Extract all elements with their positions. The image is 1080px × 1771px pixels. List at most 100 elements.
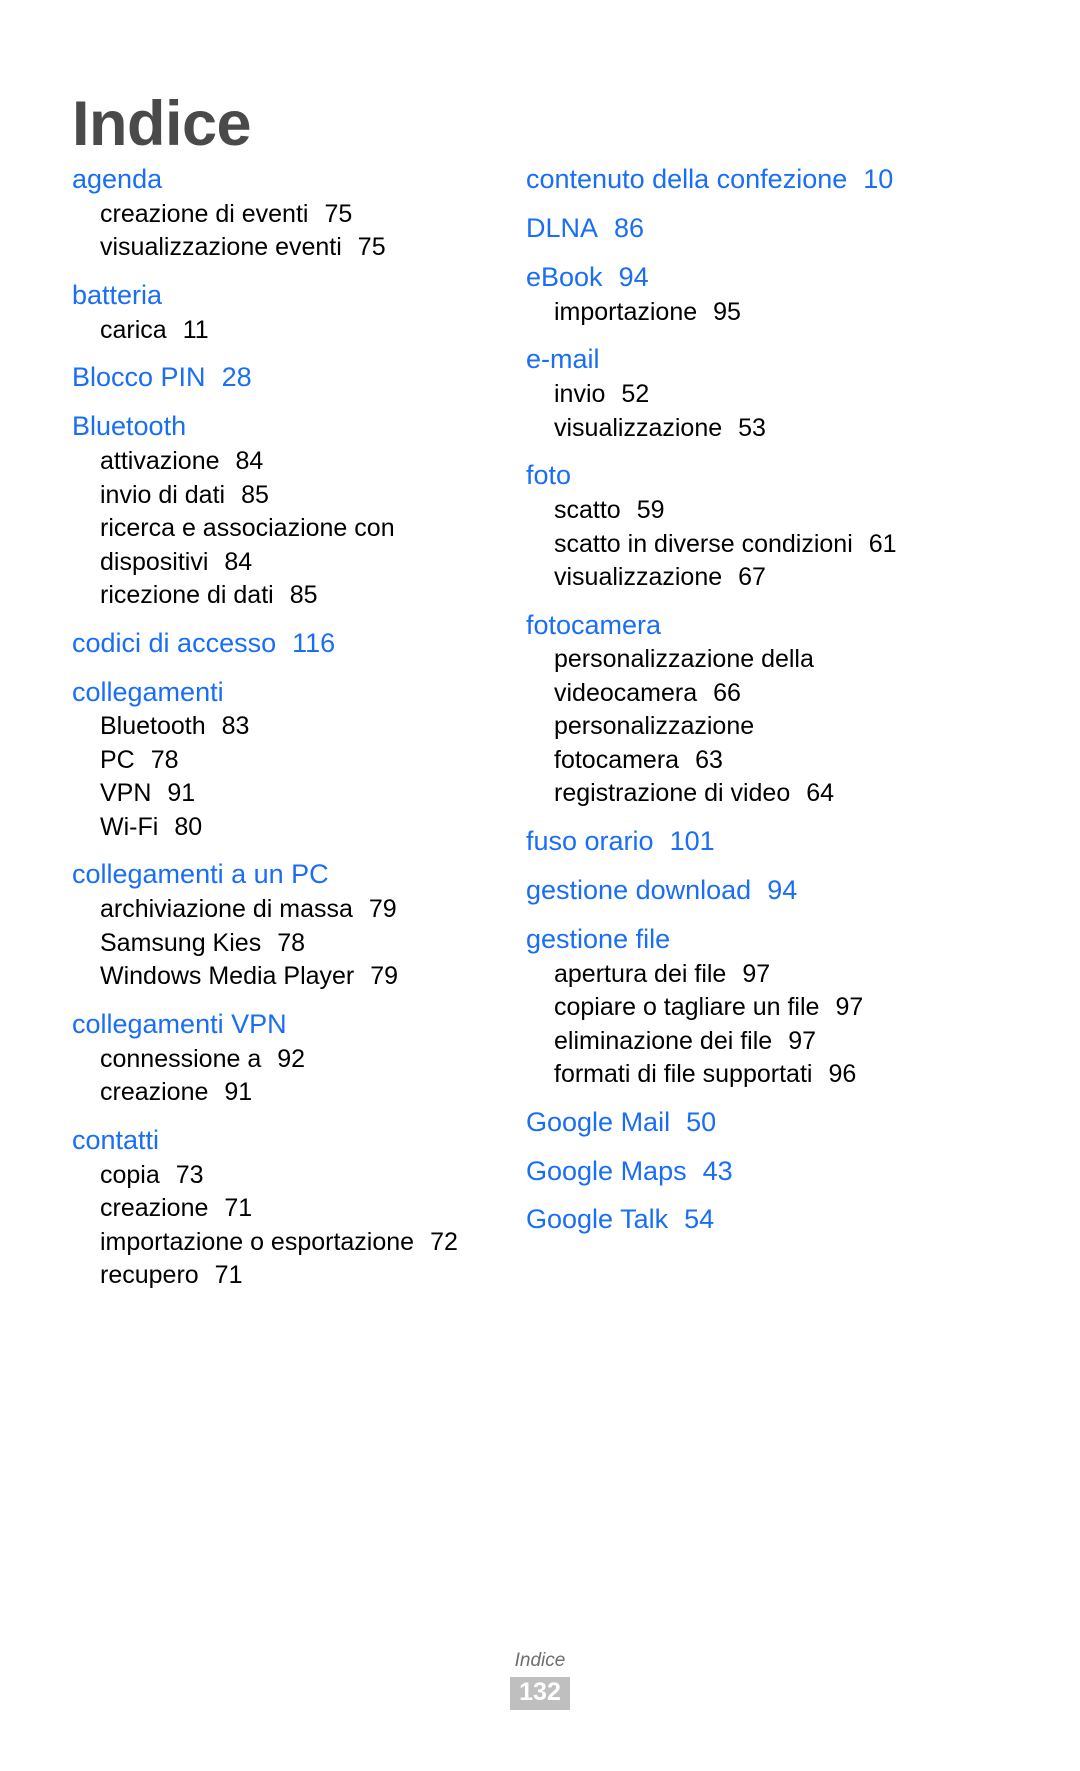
index-term-label: e-mail: [526, 344, 600, 375]
index-subentry[interactable]: Samsung Kies 78: [72, 927, 472, 961]
index-term-label: eBook: [526, 261, 603, 292]
index-term-label: Bluetooth: [72, 411, 187, 442]
index-term-label: Google Mail: [526, 1106, 671, 1137]
index-subentry-page-number: 85: [241, 480, 269, 509]
index-entry-term[interactable]: e-mail: [526, 342, 926, 378]
index-entry-term[interactable]: codici di accesso 116: [72, 626, 472, 662]
index-column-left: agenda creazione di eventi 75 visualizzazio…: [72, 162, 472, 1297]
index-entry-term[interactable]: gestione download 94: [526, 873, 926, 909]
index-subentry-label: copia: [100, 1160, 160, 1189]
index-entry-term[interactable]: collegamenti: [72, 675, 472, 711]
index-subentry-label: carica: [100, 315, 167, 344]
index-subentry-label: Bluetooth: [100, 712, 206, 741]
index-entry-term[interactable]: Bluetooth: [72, 409, 472, 445]
index-subentry[interactable]: personalizzazione della videocamera 66: [526, 643, 926, 710]
index-subentry[interactable]: registrazione di video 64: [526, 777, 926, 811]
index-subentry-label: scatto in diverse condizioni: [554, 529, 853, 558]
index-subentry[interactable]: copiare o tagliare un file 97: [526, 991, 926, 1025]
page-title: Indice: [72, 89, 252, 160]
index-entry-term[interactable]: fuso orario 101: [526, 824, 926, 860]
index-entry-term[interactable]: gestione file: [526, 922, 926, 958]
index-entry: Google Maps 43: [526, 1154, 926, 1190]
index-entry-term[interactable]: DLNA 86: [526, 211, 926, 247]
index-subentry-page-number: 53: [738, 413, 766, 442]
index-subentry[interactable]: scatto in diverse condizioni 61: [526, 528, 926, 562]
index-entry-term[interactable]: Google Talk 54: [526, 1202, 926, 1238]
index-subentry-page-number: 71: [224, 1194, 253, 1223]
index-subentry[interactable]: creazione 71: [72, 1192, 472, 1226]
index-term-page-number: 43: [702, 1155, 733, 1186]
index-entry-term[interactable]: contenuto della confezione 10: [526, 162, 926, 198]
index-subentry[interactable]: creazione di eventi 75: [72, 198, 472, 232]
index-subentry-label: personalizzazione fotocamera: [554, 712, 755, 774]
index-subentry[interactable]: formati di file supportati 96: [526, 1058, 926, 1092]
index-subentry[interactable]: visualizzazione eventi 75: [72, 231, 472, 265]
index-subentry[interactable]: attivazione 84: [72, 445, 472, 479]
index-subentry[interactable]: Windows Media Player 79: [72, 960, 472, 994]
index-entry-term[interactable]: Google Maps 43: [526, 1154, 926, 1190]
index-subentry[interactable]: ricezione di dati 85: [72, 579, 472, 613]
index-subentry[interactable]: importazione o esportazione 72: [72, 1226, 472, 1260]
page-footer: Indice 132: [0, 1650, 1080, 1711]
index-entry-term[interactable]: contatti: [72, 1123, 472, 1159]
index-subentry[interactable]: carica 11: [72, 314, 472, 348]
index-term-label: collegamenti: [72, 676, 224, 707]
index-entry-term[interactable]: Google Mail 50: [526, 1105, 926, 1141]
index-entry-term[interactable]: collegamenti a un PC: [72, 857, 472, 893]
index-entry: contatti copia 73 creazione 71 importazione o…: [72, 1123, 472, 1293]
index-subentry[interactable]: recupero 71: [72, 1259, 472, 1293]
index-subentry-label: Samsung Kies: [100, 928, 262, 957]
index-subentry-label: Windows Media Player: [100, 962, 355, 991]
index-subentry[interactable]: apertura dei file 97: [526, 958, 926, 992]
index-entry-term[interactable]: Blocco PIN 28: [72, 360, 472, 396]
index-entry: codici di accesso 116: [72, 626, 472, 662]
index-subentry[interactable]: creazione 91: [72, 1076, 472, 1110]
index-subentry[interactable]: VPN 91: [72, 777, 472, 811]
index-subentry-label: attivazione: [100, 447, 220, 476]
index-subentry[interactable]: visualizzazione 53: [526, 412, 926, 446]
index-subentry[interactable]: invio di dati 85: [72, 479, 472, 513]
index-entry: DLNA 86: [526, 211, 926, 247]
index-subentry-label: VPN: [100, 779, 152, 808]
footer-label: Indice: [514, 1650, 566, 1671]
index-subentry-page-number: 97: [835, 993, 864, 1022]
index-subentry[interactable]: visualizzazione 67: [526, 561, 926, 595]
index-subentry[interactable]: scatto 59: [526, 494, 926, 528]
index-subentry[interactable]: invio 52: [526, 378, 926, 412]
index-subentry[interactable]: copia 73: [72, 1159, 472, 1193]
index-subentry[interactable]: Wi-Fi 80: [72, 811, 472, 845]
index-entry: gestione download 94: [526, 873, 926, 909]
index-subentry[interactable]: archiviazione di massa 79: [72, 893, 472, 927]
index-entry: fotocamera personalizzazione della videoc…: [526, 608, 926, 811]
index-subentry-page-number: 59: [636, 496, 665, 525]
index-entry: agenda creazione di eventi 75 visualizzazio…: [72, 162, 472, 265]
index-subentry-page-number: 75: [357, 233, 386, 262]
index-subentry-label: visualizzazione eventi: [100, 233, 342, 262]
index-entry-term[interactable]: collegamenti VPN: [72, 1007, 472, 1043]
index-subentry[interactable]: PC 78: [72, 744, 472, 778]
index-term-page-number: 10: [863, 164, 894, 194]
index-term-label: gestione download: [526, 874, 752, 905]
index-entry-term[interactable]: batteria: [72, 278, 472, 314]
index-entry-term[interactable]: fotocamera: [526, 608, 926, 644]
index-subentry-label: ricezione di dati: [100, 581, 274, 610]
index-subentry[interactable]: eliminazione dei file 97: [526, 1025, 926, 1059]
index-subentry[interactable]: personalizzazione fotocamera 63: [526, 710, 926, 777]
footer-page-number: 132: [510, 1676, 570, 1711]
index-subentry-page-number: 84: [224, 547, 253, 576]
index-subentry-label: archiviazione di massa: [100, 895, 353, 924]
index-subentry[interactable]: ricerca e associazione con dispositivi 84: [72, 512, 472, 579]
index-subentry[interactable]: Bluetooth 83: [72, 710, 472, 744]
index-entry-term[interactable]: foto: [526, 458, 926, 494]
index-entry-term[interactable]: agenda: [72, 162, 472, 198]
index-subentry-page-number: 66: [713, 678, 741, 707]
index-subentry-page-number: 73: [175, 1160, 204, 1189]
index-subentry-label: importazione o esportazione: [100, 1227, 415, 1256]
index-subentry-page-number: 85: [289, 581, 318, 610]
index-subentry-page-number: 95: [713, 297, 741, 326]
index-term-page-number: 28: [221, 362, 252, 393]
index-subentry[interactable]: connessione a 92: [72, 1043, 472, 1077]
index-subentry-label: personalizzazione della videocamera: [554, 645, 814, 707]
index-entry-term[interactable]: eBook 94: [526, 260, 926, 296]
index-subentry[interactable]: importazione 95: [526, 296, 926, 330]
